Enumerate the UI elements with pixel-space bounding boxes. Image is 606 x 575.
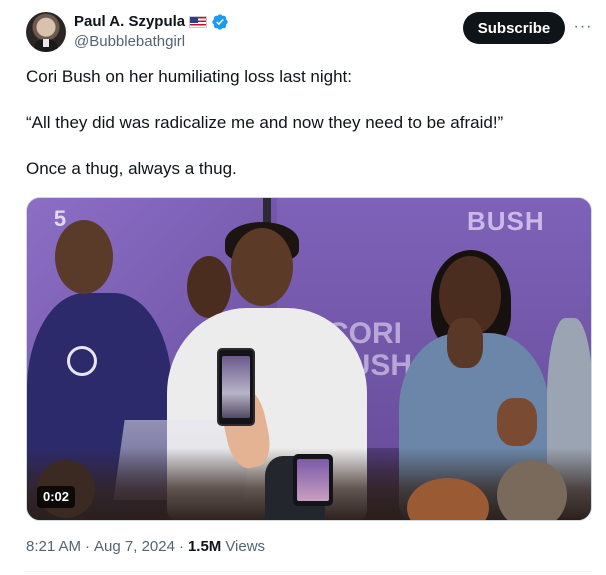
bush-sign: BUSH xyxy=(467,206,545,237)
more-options-icon[interactable]: ··· xyxy=(572,16,594,38)
phone-recording xyxy=(293,454,333,506)
tweet-paragraph: Once a thug, always a thug. xyxy=(26,159,237,178)
phone-recording xyxy=(217,348,255,426)
divider xyxy=(26,571,592,572)
views-count[interactable]: 1.5M xyxy=(188,537,221,557)
verified-badge-icon xyxy=(212,14,228,30)
meta-separator: · xyxy=(178,538,184,555)
author-name[interactable]: Paul A. Szypula xyxy=(74,12,185,32)
author-avatar[interactable] xyxy=(26,12,66,52)
tweet-text: Cori Bush on her humiliating loss last n… xyxy=(26,66,586,204)
shirt-logo-icon xyxy=(67,346,97,376)
bush-sign-text: BUSH xyxy=(467,206,545,236)
author-name-row[interactable]: Paul A. Szypula xyxy=(74,12,229,32)
crowd-head xyxy=(497,460,567,520)
speaker-head xyxy=(231,228,293,306)
tv-logo-number: 5 xyxy=(53,206,67,231)
video-player[interactable]: BUSH CORI BUSH 5 0:02 xyxy=(26,197,592,521)
tweet-paragraph: Cori Bush on her humiliating loss last n… xyxy=(26,67,352,86)
author-handle[interactable]: @Bubblebathgirl xyxy=(74,32,185,52)
tweet-metadata: 8:21 AM · Aug 7, 2024 · 1.5M Views xyxy=(26,537,265,557)
phone-screen xyxy=(222,356,250,418)
phone-screen xyxy=(297,459,329,501)
tweet-date[interactable]: Aug 7, 2024 xyxy=(94,537,175,557)
person-left-head xyxy=(55,220,113,294)
raised-fist xyxy=(497,398,537,446)
avatar-collar xyxy=(43,39,49,47)
tweet-paragraph: “All they did was radicalize me and now … xyxy=(26,113,504,132)
tweet-time[interactable]: 8:21 AM xyxy=(26,537,81,557)
meta-separator: · xyxy=(85,538,91,555)
person-behind-head xyxy=(187,256,231,318)
person-right-hands xyxy=(447,318,483,368)
video-frame: BUSH CORI BUSH 5 xyxy=(27,198,591,520)
video-duration-badge: 0:02 xyxy=(37,486,76,508)
views-label: Views xyxy=(225,538,266,555)
us-flag-icon xyxy=(189,16,208,28)
subscribe-button[interactable]: Subscribe xyxy=(463,12,565,44)
